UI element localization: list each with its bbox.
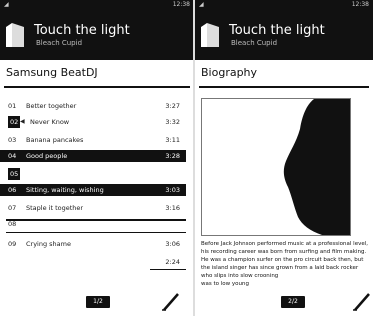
track-number: 09 [8, 240, 17, 248]
track-name: Banana pancakes [26, 136, 84, 144]
track-number: 04 [8, 152, 17, 160]
track-row-10[interactable]: 2:24 [0, 256, 186, 268]
track-duration: 3:28 [165, 152, 180, 160]
tracklist-screen: ◢ 12:38 Touch the light Bleach Cupid Sam… [0, 0, 194, 316]
divider [4, 86, 190, 88]
app-header: Touch the light Bleach Cupid [195, 9, 373, 60]
pen-icon[interactable] [351, 290, 373, 312]
divider [199, 86, 369, 88]
app-header: Touch the light Bleach Cupid [0, 9, 194, 60]
track-number: 07 [8, 204, 17, 212]
track-number: 06 [8, 186, 17, 194]
track-duration: 3:11 [165, 136, 180, 144]
track-duration: 3:27 [165, 102, 180, 110]
artist-name: Bleach Cupid [36, 39, 83, 47]
track-number: 02 [8, 116, 21, 128]
track-row-2[interactable]: 02 ◀ Never Know 3:32 [0, 116, 186, 128]
status-time: 12:38 [172, 1, 190, 8]
track-number: 01 [8, 102, 17, 110]
track-duration: 2:24 [165, 258, 180, 266]
biography-screen: ◢ 12:38 Touch the light Bleach Cupid Bio… [195, 0, 373, 316]
track-row-9[interactable]: 09 Crying shame 3:06 [0, 238, 186, 250]
artist-silhouette [283, 99, 350, 235]
signal-icon: ◢ [4, 1, 9, 8]
track-name: Staple it together [26, 204, 84, 212]
track-duration: 3:06 [165, 240, 180, 248]
track-row-1[interactable]: 01 Better together 3:27 [0, 100, 186, 112]
artist-name: Bleach Cupid [231, 39, 278, 47]
page-indicator[interactable]: 1/2 [86, 296, 110, 308]
track-name: Better together [26, 102, 77, 110]
status-bar: ◢ 12:38 [195, 0, 373, 9]
signal-icon: ◢ [199, 1, 204, 8]
track-name: Sitting, waiting, wishing [26, 186, 104, 194]
bio-paragraph-tail: was to low young [201, 281, 249, 287]
album-title: Samsung BeatDJ [6, 66, 98, 79]
status-bar: ◢ 12:38 [0, 0, 194, 9]
track-number: 05 [8, 168, 21, 180]
track-name: Never Know [30, 118, 70, 126]
track-duration: 3:03 [165, 186, 180, 194]
track-title: Touch the light [229, 23, 325, 38]
artist-photo [201, 98, 351, 236]
track-duration: 3:32 [165, 118, 180, 126]
biography-title: Biography [201, 66, 258, 79]
track-duration: 3:16 [165, 204, 180, 212]
track-number: 08 [8, 220, 17, 228]
track-row-5[interactable]: 05 [0, 168, 186, 180]
track-number: 03 [8, 136, 17, 144]
music-folder-icon [201, 23, 219, 47]
track-row-4[interactable]: 04 Good people 3:28 [0, 150, 186, 162]
track-row-7[interactable]: 07 Staple it together 3:16 [0, 202, 186, 214]
track-name: Crying shame [26, 240, 71, 248]
bio-paragraph: Before Jack Johnson performed music at a… [201, 241, 368, 279]
track-name: Good people [26, 152, 68, 160]
track-title: Touch the light [34, 23, 130, 38]
status-time: 12:38 [351, 1, 369, 8]
row-divider [150, 269, 186, 270]
playing-icon: ◀ [20, 118, 25, 125]
pen-icon[interactable] [160, 290, 182, 312]
row-divider [6, 232, 186, 233]
track-row-3[interactable]: 03 Banana pancakes 3:11 [0, 134, 186, 146]
biography-text: Before Jack Johnson performed music at a… [201, 240, 371, 288]
track-row-6[interactable]: 06 Sitting, waiting, wishing 3:03 [0, 184, 186, 196]
track-row-8[interactable]: 08 [0, 218, 186, 230]
page-indicator[interactable]: 2/2 [281, 296, 305, 308]
music-folder-icon [6, 23, 24, 47]
